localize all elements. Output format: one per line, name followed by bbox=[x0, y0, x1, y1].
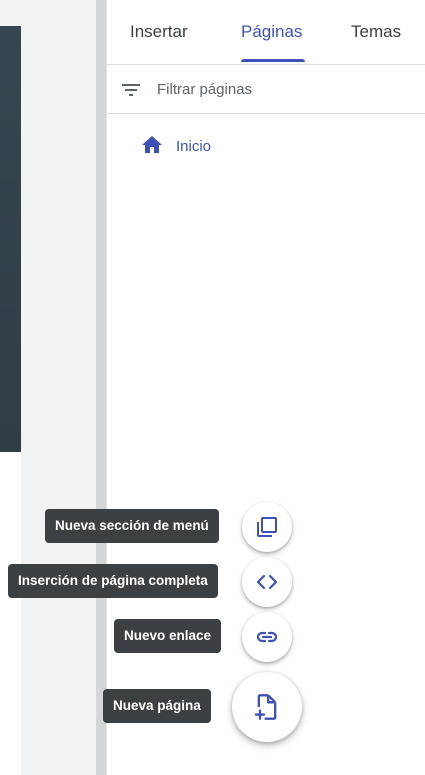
new-link-button[interactable] bbox=[242, 612, 292, 662]
filter-icon[interactable] bbox=[119, 78, 143, 102]
active-tab-indicator bbox=[241, 59, 305, 62]
code-icon bbox=[256, 574, 278, 590]
canvas-scrollbar[interactable] bbox=[96, 0, 106, 775]
link-icon bbox=[256, 631, 278, 643]
page-item-inicio[interactable]: Inicio bbox=[107, 128, 425, 164]
full-page-embed-button[interactable] bbox=[242, 557, 292, 607]
new-page-button[interactable] bbox=[232, 672, 302, 742]
tooltip-new-page: Nueva página bbox=[103, 689, 211, 723]
filter-pages-input[interactable] bbox=[157, 77, 407, 101]
copy-page-icon bbox=[257, 517, 277, 537]
canvas-top-strip bbox=[0, 0, 96, 10]
tooltip-full-page-embed: Inserción de página completa bbox=[8, 564, 218, 598]
tooltip-new-link: Nuevo enlace bbox=[114, 619, 222, 653]
home-icon bbox=[142, 136, 162, 153]
panel-tabs: Insertar Páginas Temas bbox=[107, 0, 425, 65]
add-page-icon bbox=[254, 694, 277, 720]
tab-insert[interactable]: Insertar bbox=[130, 22, 188, 42]
new-menu-section-button[interactable] bbox=[242, 502, 292, 552]
tab-themes[interactable]: Temas bbox=[351, 22, 401, 42]
page-label: Inicio bbox=[176, 138, 212, 155]
page-header-image[interactable] bbox=[0, 26, 21, 452]
tooltip-menu-section: Nueva sección de menú bbox=[45, 509, 219, 543]
tab-pages[interactable]: Páginas bbox=[241, 22, 302, 42]
filter-row bbox=[107, 65, 425, 114]
